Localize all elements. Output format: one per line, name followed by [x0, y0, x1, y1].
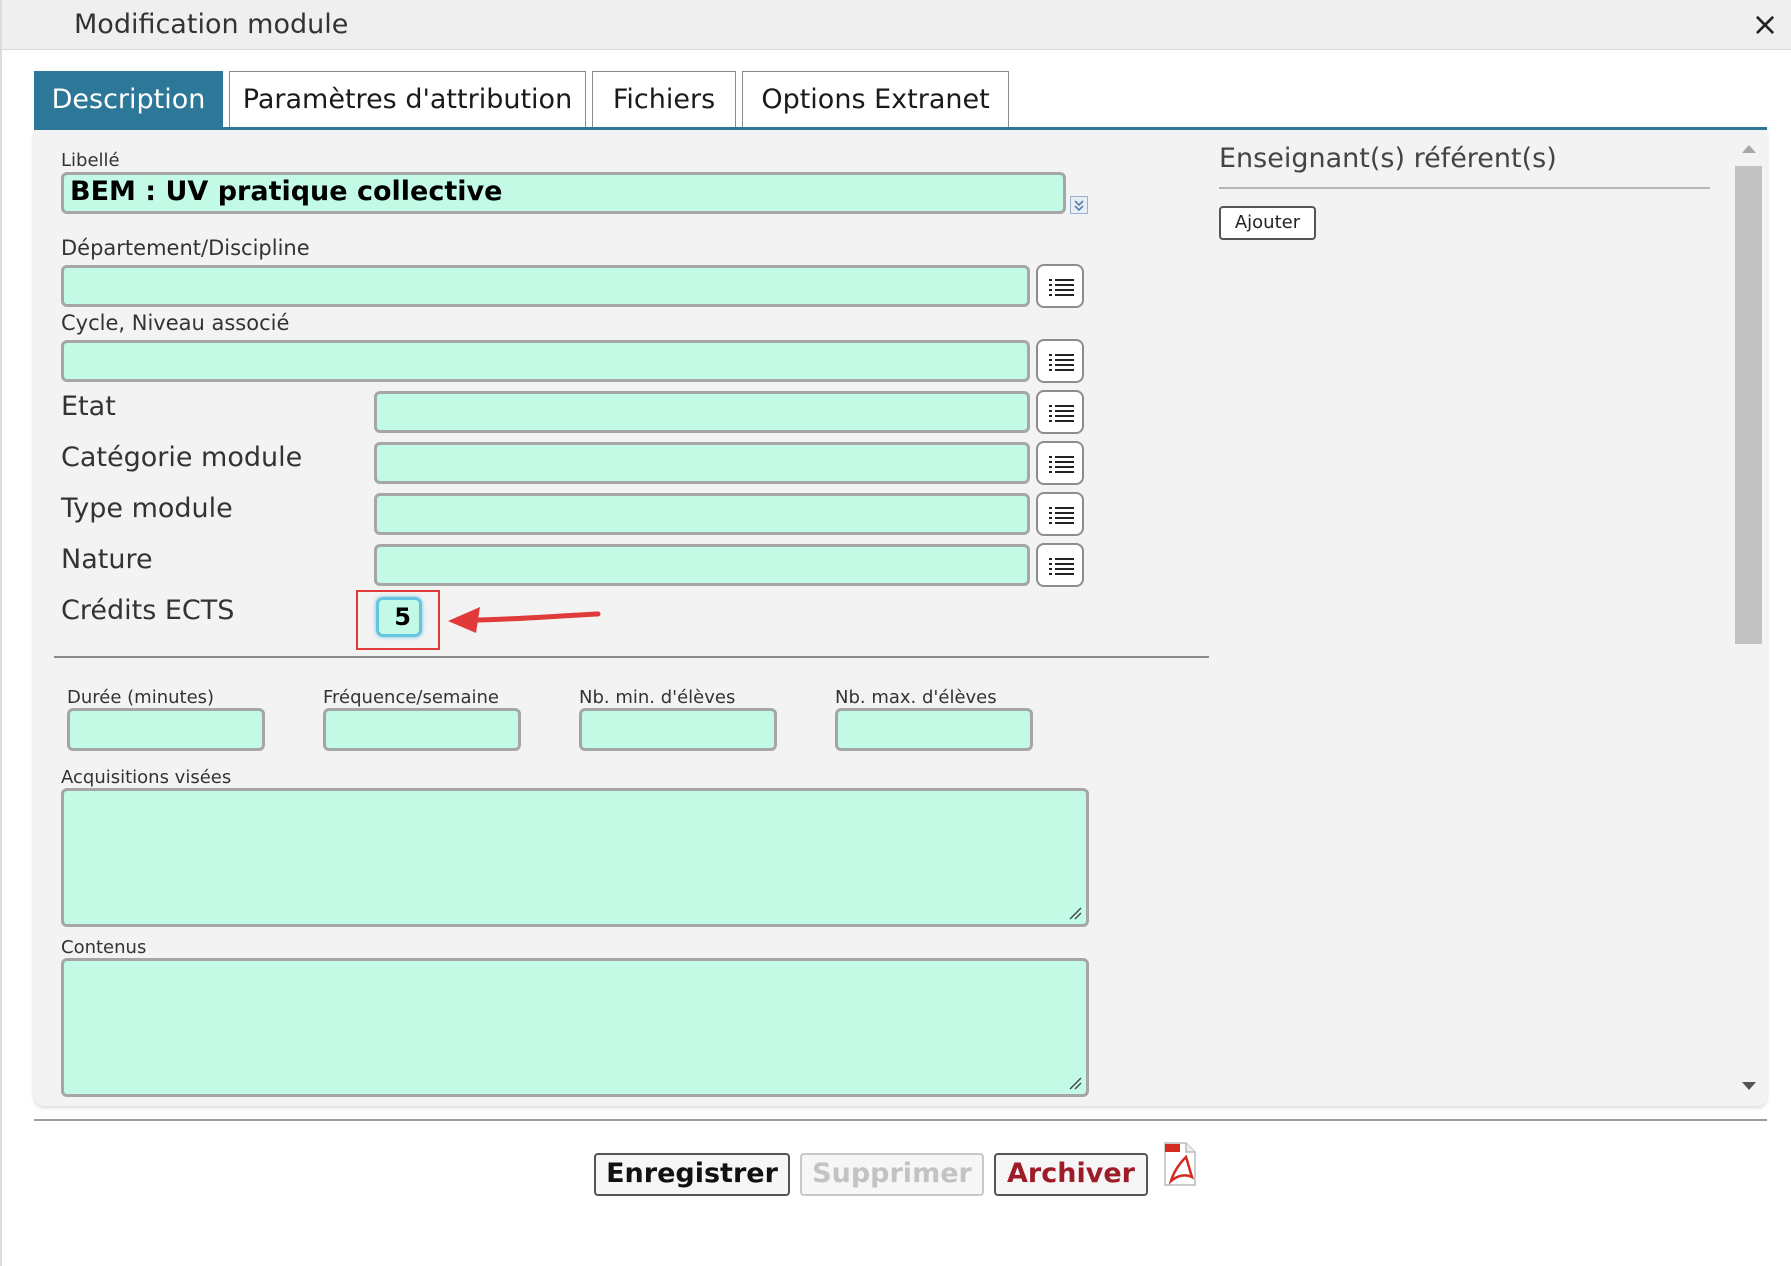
scrollbar-thumb[interactable] — [1735, 166, 1762, 644]
nature-input[interactable] — [374, 544, 1030, 586]
tab-options-extranet[interactable]: Options Extranet — [742, 71, 1009, 127]
pdf-icon[interactable] — [1162, 1141, 1198, 1187]
dialog-title: Modification module — [74, 9, 349, 40]
categorie-input[interactable] — [374, 442, 1030, 484]
acquisitions-textarea[interactable] — [61, 788, 1089, 927]
resize-grip-icon[interactable] — [1068, 1076, 1082, 1090]
categorie-list-button[interactable] — [1036, 441, 1084, 485]
modification-module-dialog: Modification module × Description Paramè… — [0, 0, 1791, 1266]
list-icon — [1049, 507, 1074, 524]
credits-label: Crédits ECTS — [61, 595, 235, 626]
scroll-down-icon[interactable] — [1739, 1078, 1759, 1094]
list-icon — [1049, 405, 1074, 422]
departement-label: Département/Discipline — [61, 236, 310, 260]
acquisitions-label: Acquisitions visées — [61, 767, 232, 788]
footer-divider — [34, 1119, 1767, 1121]
departement-list-button[interactable] — [1036, 264, 1084, 308]
type-label: Type module — [61, 493, 233, 524]
tab-parametres-attribution[interactable]: Paramètres d'attribution — [229, 71, 586, 127]
cycle-input[interactable] — [61, 340, 1030, 382]
type-input[interactable] — [374, 493, 1030, 535]
save-button[interactable]: Enregistrer — [594, 1153, 790, 1196]
list-icon — [1049, 354, 1074, 371]
dialog-titlebar: Modification module × — [2, 0, 1791, 50]
add-referent-button[interactable]: Ajouter — [1219, 206, 1316, 240]
scroll-up-icon[interactable] — [1739, 141, 1759, 157]
nature-label: Nature — [61, 544, 153, 575]
frequence-label: Fréquence/semaine — [323, 687, 499, 708]
archive-button[interactable]: Archiver — [994, 1153, 1148, 1196]
nb-max-input[interactable] — [835, 708, 1033, 751]
libelle-label: Libellé — [61, 150, 120, 171]
delete-button[interactable]: Supprimer — [800, 1153, 984, 1196]
type-list-button[interactable] — [1036, 492, 1084, 536]
referents-divider — [1219, 187, 1710, 189]
section-divider — [54, 656, 1209, 658]
list-icon — [1049, 279, 1074, 296]
cycle-list-button[interactable] — [1036, 339, 1084, 383]
list-icon — [1049, 456, 1074, 473]
frequence-input[interactable] — [323, 708, 521, 751]
etat-label: Etat — [61, 391, 116, 422]
duree-input[interactable] — [67, 708, 265, 751]
nb-max-label: Nb. max. d'élèves — [835, 687, 997, 708]
categorie-label: Catégorie module — [61, 442, 303, 473]
expand-icon[interactable] — [1070, 196, 1088, 214]
resize-grip-icon[interactable] — [1068, 906, 1082, 920]
list-icon — [1049, 558, 1074, 575]
nb-min-label: Nb. min. d'élèves — [579, 687, 736, 708]
etat-list-button[interactable] — [1036, 390, 1084, 434]
cycle-label: Cycle, Niveau associé — [61, 311, 290, 335]
close-icon[interactable]: × — [1750, 6, 1780, 42]
duree-label: Durée (minutes) — [67, 687, 215, 708]
nature-list-button[interactable] — [1036, 543, 1084, 587]
etat-input[interactable] — [374, 391, 1030, 433]
tab-fichiers[interactable]: Fichiers — [592, 71, 736, 127]
libelle-input[interactable]: BEM : UV pratique collective — [61, 172, 1066, 214]
contenus-textarea[interactable] — [61, 958, 1089, 1097]
nb-min-input[interactable] — [579, 708, 777, 751]
tab-description[interactable]: Description — [34, 71, 223, 133]
contenus-label: Contenus — [61, 937, 147, 958]
credits-input[interactable]: 5 — [376, 597, 422, 637]
departement-input[interactable] — [61, 265, 1030, 307]
referents-title: Enseignant(s) référent(s) — [1219, 143, 1557, 174]
red-arrow-icon — [448, 607, 601, 633]
